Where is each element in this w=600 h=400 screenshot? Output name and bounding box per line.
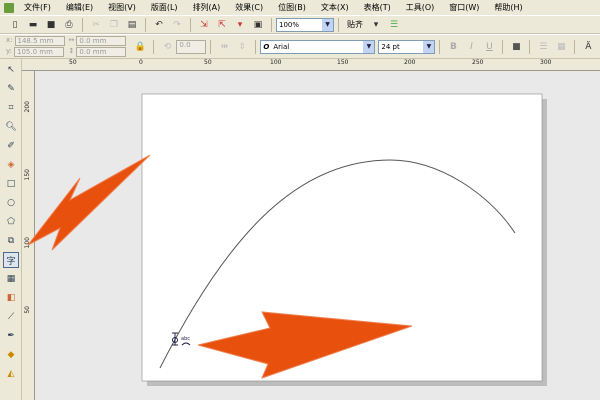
canvas-overlay: abc — [27, 93, 547, 386]
svg-text:abc: abc — [181, 336, 190, 342]
arrow-pointing-text-tool — [27, 154, 151, 251]
